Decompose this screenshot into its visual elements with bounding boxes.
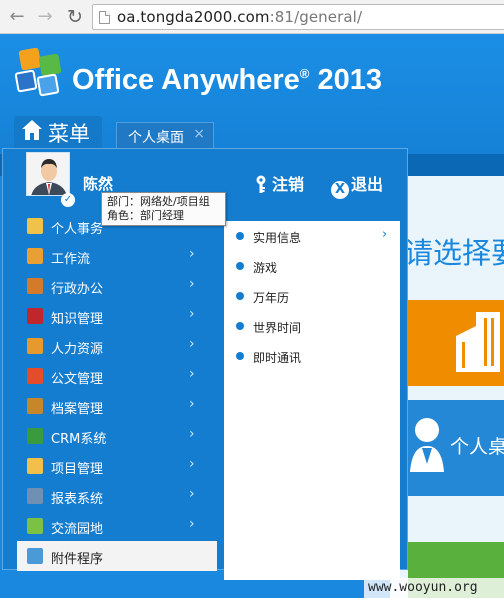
online-check-icon: ✓ xyxy=(61,193,75,207)
workflow-icon xyxy=(27,248,43,264)
document-icon xyxy=(27,368,43,384)
chevron-right-icon: › xyxy=(189,396,195,412)
start-menu-list: 个人事务 工作流 › 行政办公 › 知识管理 › 人力资源 › 公文管理 › 档… xyxy=(3,211,223,571)
menu-item-label: 个人事务 xyxy=(51,222,104,237)
user-avatar-icon xyxy=(27,153,69,195)
menu-item-hr[interactable]: 人力资源 › xyxy=(3,331,223,361)
submenu-item-calendar[interactable]: 万年历 xyxy=(224,281,400,311)
key-icon xyxy=(256,175,266,193)
accessories-submenu: 实用信息 › 游戏 万年历 世界时间 即时通讯 xyxy=(224,221,400,580)
menu-item-label: 项目管理 xyxy=(51,462,104,477)
user-name[interactable]: 陈然 xyxy=(83,173,113,194)
submenu-item-label: 即时通讯 xyxy=(253,351,302,365)
chevron-right-icon: › xyxy=(189,516,195,532)
menu-item-documents[interactable]: 公文管理 › xyxy=(3,361,223,391)
bottom-strip xyxy=(280,580,340,598)
forward-arrow-icon[interactable]: → xyxy=(34,6,56,28)
menu-item-label: 附件程序 xyxy=(51,552,104,567)
building-icon xyxy=(456,312,500,372)
report-icon xyxy=(27,488,43,504)
watermark: www.wooyun.org xyxy=(364,578,504,598)
archive-box-icon xyxy=(27,398,43,414)
bullet-icon xyxy=(236,232,244,240)
submenu-item-world-time[interactable]: 世界时间 xyxy=(224,311,400,341)
menu-item-label: 报表系统 xyxy=(51,492,104,507)
menu-item-label: 交流园地 xyxy=(51,522,104,537)
tab-personal-desktop[interactable]: 个人桌面 × xyxy=(116,122,214,148)
submenu-item-games[interactable]: 游戏 xyxy=(224,251,400,281)
office-building-icon xyxy=(27,278,43,294)
exit-x-icon: X xyxy=(331,181,349,199)
menu-item-label: CRM系统 xyxy=(51,432,107,447)
close-icon[interactable]: × xyxy=(193,126,205,142)
menu-item-archives[interactable]: 档案管理 › xyxy=(3,391,223,421)
bullet-icon xyxy=(236,352,244,360)
chevron-right-icon: › xyxy=(189,366,195,382)
exit-label: 退出 xyxy=(351,175,384,194)
tooltip-role: 角色：部门经理 xyxy=(107,209,184,222)
hr-icon xyxy=(27,338,43,354)
submenu-item-instant-messaging[interactable]: 即时通讯 xyxy=(224,341,400,371)
menu-label: 菜单 xyxy=(48,122,90,146)
menu-item-label: 工作流 xyxy=(51,252,91,267)
menu-item-label: 档案管理 xyxy=(51,402,104,417)
submenu-item-useful-info[interactable]: 实用信息 › xyxy=(224,221,400,251)
menu-item-projects[interactable]: 项目管理 › xyxy=(3,451,223,481)
menu-item-label: 知识管理 xyxy=(51,312,104,327)
logout-button[interactable]: 注销 xyxy=(252,171,304,195)
chevron-right-icon: › xyxy=(189,486,195,502)
submenu-item-label: 世界时间 xyxy=(253,321,302,335)
page-icon xyxy=(99,11,110,24)
app-title: Office Anywhere® 2013 xyxy=(72,64,382,96)
chat-icon xyxy=(27,518,43,534)
chevron-right-icon: › xyxy=(189,456,195,472)
user-info-tooltip: 部门：网络处/项目组 角色：部门经理 xyxy=(101,192,226,226)
menu-item-label: 人力资源 xyxy=(51,342,104,357)
people-icon xyxy=(27,218,43,234)
person-icon xyxy=(410,418,444,472)
submenu-item-label: 游戏 xyxy=(253,261,278,275)
chevron-right-icon: › xyxy=(189,276,195,292)
bullet-icon xyxy=(236,262,244,270)
menu-item-label: 公文管理 xyxy=(51,372,104,387)
project-icon xyxy=(27,458,43,474)
workspace-heading: 请选择要 xyxy=(404,236,504,270)
bullet-icon xyxy=(236,292,244,300)
book-icon xyxy=(27,308,43,324)
submenu-item-label: 实用信息 xyxy=(253,231,302,245)
home-icon xyxy=(22,120,42,140)
url-text: oa.tongda2000.com:81/general/ xyxy=(117,8,363,26)
menu-item-community[interactable]: 交流园地 › xyxy=(3,511,223,541)
chevron-right-icon: › xyxy=(189,246,195,262)
tab-label: 个人桌面 xyxy=(128,130,184,146)
office-anywhere-logo-icon xyxy=(14,47,64,97)
menu-item-label: 行政办公 xyxy=(51,282,104,297)
back-arrow-icon[interactable]: ← xyxy=(6,6,28,28)
start-menu-button[interactable]: 菜单 xyxy=(14,116,102,148)
chevron-right-icon: › xyxy=(189,426,195,442)
menu-item-administration[interactable]: 行政办公 › xyxy=(3,271,223,301)
chevron-right-icon: › xyxy=(382,227,388,242)
logout-label: 注销 xyxy=(272,175,305,194)
bullet-icon xyxy=(236,322,244,330)
reload-icon[interactable]: ↻ xyxy=(64,6,86,28)
start-menu-panel: ✓ 陈然 注销 X 退出 部门：网络处/项目组 角色：部门经理 个人事务 工作流 … xyxy=(2,148,408,580)
address-bar[interactable]: oa.tongda2000.com:81/general/ xyxy=(92,4,504,30)
menu-item-crm[interactable]: CRM系统 › xyxy=(3,421,223,451)
menu-item-knowledge[interactable]: 知识管理 › xyxy=(3,301,223,331)
browser-toolbar: ← → ↻ oa.tongda2000.com:81/general/ xyxy=(0,0,504,34)
chevron-right-icon: › xyxy=(189,306,195,322)
menu-item-accessories[interactable]: 附件程序 xyxy=(17,541,217,571)
gear-icon xyxy=(27,548,43,564)
tooltip-dept: 部门：网络处/项目组 xyxy=(107,195,210,208)
menu-item-reports[interactable]: 报表系统 › xyxy=(3,481,223,511)
avatar[interactable] xyxy=(26,152,70,196)
chevron-right-icon: › xyxy=(189,336,195,352)
menu-item-workflow[interactable]: 工作流 › xyxy=(3,241,223,271)
submenu-item-label: 万年历 xyxy=(253,291,290,305)
app-header: Office Anywhere® 2013 菜单 个人桌面 × xyxy=(0,34,504,154)
crm-icon xyxy=(27,428,43,444)
exit-button[interactable]: X 退出 xyxy=(331,171,383,199)
personal-tile-label: 个人桌 xyxy=(450,436,504,458)
